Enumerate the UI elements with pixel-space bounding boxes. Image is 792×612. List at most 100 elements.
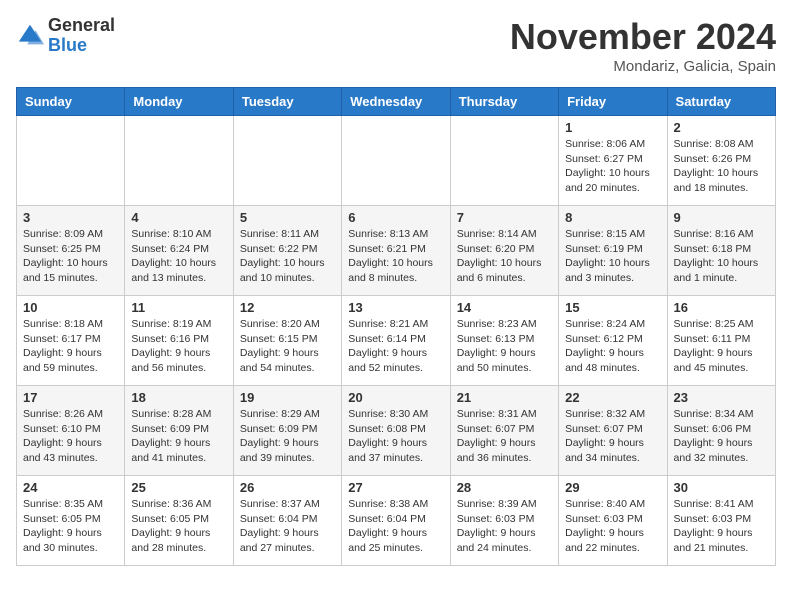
calendar-day-cell: 10 Sunrise: 8:18 AM Sunset: 6:17 PM Dayli…	[17, 296, 125, 386]
day-number: 19	[240, 390, 335, 405]
calendar-day-cell: 13 Sunrise: 8:21 AM Sunset: 6:14 PM Dayli…	[342, 296, 450, 386]
calendar-day-cell: 15Sunrise: 8:24 AM Sunset: 6:12 PM Dayli…	[559, 296, 667, 386]
day-info: Sunrise: 8:29 AM Sunset: 6:09 PM Dayligh…	[240, 407, 335, 466]
calendar-day-cell: 11 Sunrise: 8:19 AM Sunset: 6:16 PM Dayli…	[125, 296, 233, 386]
calendar-day-cell: 24 Sunrise: 8:35 AM Sunset: 6:05 PM Dayli…	[17, 476, 125, 566]
calendar-week-row: 17Sunrise: 8:26 AM Sunset: 6:10 PM Dayli…	[17, 386, 776, 476]
day-info: Sunrise: 8:41 AM Sunset: 6:03 PM Dayligh…	[674, 497, 769, 556]
day-number: 17	[23, 390, 118, 405]
calendar-day-cell: 2 Sunrise: 8:08 AM Sunset: 6:26 PM Daylig…	[667, 116, 775, 206]
calendar-week-row: 1 Sunrise: 8:06 AM Sunset: 6:27 PM Daylig…	[17, 116, 776, 206]
day-info: Sunrise: 8:34 AM Sunset: 6:06 PM Dayligh…	[674, 407, 769, 466]
weekday-header: Monday	[125, 88, 233, 116]
logo-general-text: General	[48, 16, 115, 36]
day-info: Sunrise: 8:06 AM Sunset: 6:27 PM Dayligh…	[565, 137, 660, 196]
calendar-week-row: 10 Sunrise: 8:18 AM Sunset: 6:17 PM Dayli…	[17, 296, 776, 386]
day-info: Sunrise: 8:39 AM Sunset: 6:03 PM Dayligh…	[457, 497, 552, 556]
day-info: Sunrise: 8:14 AM Sunset: 6:20 PM Dayligh…	[457, 227, 552, 286]
calendar-day-cell	[342, 116, 450, 206]
day-number: 28	[457, 480, 552, 495]
calendar-header-row: SundayMondayTuesdayWednesdayThursdayFrid…	[17, 88, 776, 116]
calendar-day-cell: 17Sunrise: 8:26 AM Sunset: 6:10 PM Dayli…	[17, 386, 125, 476]
day-info: Sunrise: 8:25 AM Sunset: 6:11 PM Dayligh…	[674, 317, 769, 376]
day-number: 14	[457, 300, 552, 315]
calendar-day-cell: 29 Sunrise: 8:40 AM Sunset: 6:03 PM Dayli…	[559, 476, 667, 566]
calendar-day-cell: 18 Sunrise: 8:28 AM Sunset: 6:09 PM Dayli…	[125, 386, 233, 476]
day-number: 23	[674, 390, 769, 405]
day-number: 6	[348, 210, 443, 225]
day-info: Sunrise: 8:19 AM Sunset: 6:16 PM Dayligh…	[131, 317, 226, 376]
day-number: 18	[131, 390, 226, 405]
calendar-day-cell	[450, 116, 558, 206]
calendar-day-cell	[125, 116, 233, 206]
day-info: Sunrise: 8:23 AM Sunset: 6:13 PM Dayligh…	[457, 317, 552, 376]
calendar-week-row: 24 Sunrise: 8:35 AM Sunset: 6:05 PM Dayli…	[17, 476, 776, 566]
calendar-day-cell: 19 Sunrise: 8:29 AM Sunset: 6:09 PM Dayli…	[233, 386, 341, 476]
calendar-day-cell: 26 Sunrise: 8:37 AM Sunset: 6:04 PM Dayli…	[233, 476, 341, 566]
calendar-day-cell: 12Sunrise: 8:20 AM Sunset: 6:15 PM Dayli…	[233, 296, 341, 386]
day-info: Sunrise: 8:40 AM Sunset: 6:03 PM Dayligh…	[565, 497, 660, 556]
day-number: 20	[348, 390, 443, 405]
day-number: 21	[457, 390, 552, 405]
calendar-day-cell: 30Sunrise: 8:41 AM Sunset: 6:03 PM Dayli…	[667, 476, 775, 566]
calendar-day-cell: 23 Sunrise: 8:34 AM Sunset: 6:06 PM Dayli…	[667, 386, 775, 476]
day-number: 25	[131, 480, 226, 495]
calendar-day-cell: 20Sunrise: 8:30 AM Sunset: 6:08 PM Dayli…	[342, 386, 450, 476]
day-number: 22	[565, 390, 660, 405]
day-info: Sunrise: 8:31 AM Sunset: 6:07 PM Dayligh…	[457, 407, 552, 466]
day-info: Sunrise: 8:21 AM Sunset: 6:14 PM Dayligh…	[348, 317, 443, 376]
day-number: 1	[565, 120, 660, 135]
day-number: 29	[565, 480, 660, 495]
day-info: Sunrise: 8:35 AM Sunset: 6:05 PM Dayligh…	[23, 497, 118, 556]
day-info: Sunrise: 8:16 AM Sunset: 6:18 PM Dayligh…	[674, 227, 769, 286]
calendar-day-cell	[17, 116, 125, 206]
day-info: Sunrise: 8:32 AM Sunset: 6:07 PM Dayligh…	[565, 407, 660, 466]
day-number: 2	[674, 120, 769, 135]
day-info: Sunrise: 8:37 AM Sunset: 6:04 PM Dayligh…	[240, 497, 335, 556]
logo-blue-text: Blue	[48, 36, 115, 56]
day-number: 9	[674, 210, 769, 225]
calendar-day-cell: 1 Sunrise: 8:06 AM Sunset: 6:27 PM Daylig…	[559, 116, 667, 206]
weekday-header: Tuesday	[233, 88, 341, 116]
title-section: November 2024 Mondariz, Galicia, Spain	[510, 16, 776, 75]
calendar-day-cell	[233, 116, 341, 206]
calendar-day-cell: 27 Sunrise: 8:38 AM Sunset: 6:04 PM Dayli…	[342, 476, 450, 566]
day-info: Sunrise: 8:11 AM Sunset: 6:22 PM Dayligh…	[240, 227, 335, 286]
day-number: 7	[457, 210, 552, 225]
day-number: 10	[23, 300, 118, 315]
calendar-week-row: 3 Sunrise: 8:09 AM Sunset: 6:25 PM Daylig…	[17, 206, 776, 296]
day-number: 12	[240, 300, 335, 315]
calendar-day-cell: 6 Sunrise: 8:13 AM Sunset: 6:21 PM Daylig…	[342, 206, 450, 296]
logo-icon	[16, 22, 44, 50]
calendar-day-cell: 25Sunrise: 8:36 AM Sunset: 6:05 PM Dayli…	[125, 476, 233, 566]
day-number: 4	[131, 210, 226, 225]
logo: General Blue	[16, 16, 115, 56]
calendar-day-cell: 7 Sunrise: 8:14 AM Sunset: 6:20 PM Daylig…	[450, 206, 558, 296]
day-number: 8	[565, 210, 660, 225]
weekday-header: Thursday	[450, 88, 558, 116]
day-info: Sunrise: 8:28 AM Sunset: 6:09 PM Dayligh…	[131, 407, 226, 466]
calendar-day-cell: 4Sunrise: 8:10 AM Sunset: 6:24 PM Daylig…	[125, 206, 233, 296]
day-info: Sunrise: 8:09 AM Sunset: 6:25 PM Dayligh…	[23, 227, 118, 286]
day-info: Sunrise: 8:18 AM Sunset: 6:17 PM Dayligh…	[23, 317, 118, 376]
calendar-day-cell: 22 Sunrise: 8:32 AM Sunset: 6:07 PM Dayli…	[559, 386, 667, 476]
day-info: Sunrise: 8:38 AM Sunset: 6:04 PM Dayligh…	[348, 497, 443, 556]
calendar-day-cell: 21 Sunrise: 8:31 AM Sunset: 6:07 PM Dayli…	[450, 386, 558, 476]
day-info: Sunrise: 8:08 AM Sunset: 6:26 PM Dayligh…	[674, 137, 769, 196]
calendar-day-cell: 5Sunrise: 8:11 AM Sunset: 6:22 PM Daylig…	[233, 206, 341, 296]
calendar-day-cell: 16 Sunrise: 8:25 AM Sunset: 6:11 PM Dayli…	[667, 296, 775, 386]
calendar-table: SundayMondayTuesdayWednesdayThursdayFrid…	[16, 87, 776, 566]
day-info: Sunrise: 8:13 AM Sunset: 6:21 PM Dayligh…	[348, 227, 443, 286]
day-number: 26	[240, 480, 335, 495]
calendar-day-cell: 3 Sunrise: 8:09 AM Sunset: 6:25 PM Daylig…	[17, 206, 125, 296]
day-number: 16	[674, 300, 769, 315]
calendar-day-cell: 8Sunrise: 8:15 AM Sunset: 6:19 PM Daylig…	[559, 206, 667, 296]
weekday-header: Friday	[559, 88, 667, 116]
calendar-day-cell: 9 Sunrise: 8:16 AM Sunset: 6:18 PM Daylig…	[667, 206, 775, 296]
day-number: 11	[131, 300, 226, 315]
day-number: 13	[348, 300, 443, 315]
day-number: 27	[348, 480, 443, 495]
day-number: 3	[23, 210, 118, 225]
page-header: General Blue November 2024 Mondariz, Gal…	[16, 16, 776, 75]
day-number: 24	[23, 480, 118, 495]
